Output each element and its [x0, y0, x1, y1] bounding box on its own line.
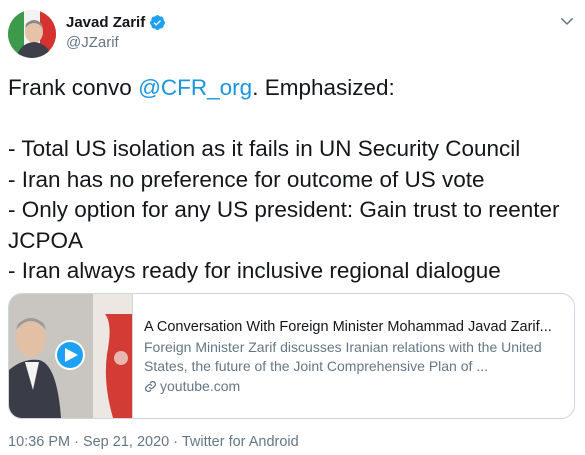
- link-icon: [144, 380, 157, 393]
- link-preview-card[interactable]: A Conversation With Foreign Minister Moh…: [8, 293, 575, 419]
- card-domain[interactable]: youtube.com: [144, 378, 564, 394]
- verified-badge-icon: [149, 14, 166, 31]
- display-name[interactable]: Javad Zarif: [66, 14, 145, 31]
- avatar[interactable]: [8, 10, 56, 58]
- tweet-header: Javad Zarif @JZarif: [8, 10, 578, 58]
- card-domain-text: youtube.com: [160, 378, 241, 394]
- card-description: Foreign Minister Zarif discusses Iranian…: [144, 339, 542, 374]
- play-icon[interactable]: [55, 340, 85, 370]
- tweet-text-intro: Frank convo: [8, 75, 139, 100]
- card-title[interactable]: A Conversation With Foreign Minister Moh…: [144, 319, 564, 335]
- mention-link[interactable]: @CFR_org: [138, 75, 252, 100]
- tweet-meta[interactable]: 10:36 PM · Sep 21, 2020 · Twitter for An…: [8, 434, 299, 450]
- user-handle[interactable]: @JZarif: [66, 34, 166, 51]
- tweet-text-body: . Emphasized: - Total US isolation as it…: [8, 75, 560, 283]
- chevron-down-icon[interactable]: [558, 12, 576, 30]
- tweet-text: Frank convo @CFR_org. Emphasized: - Tota…: [8, 73, 580, 287]
